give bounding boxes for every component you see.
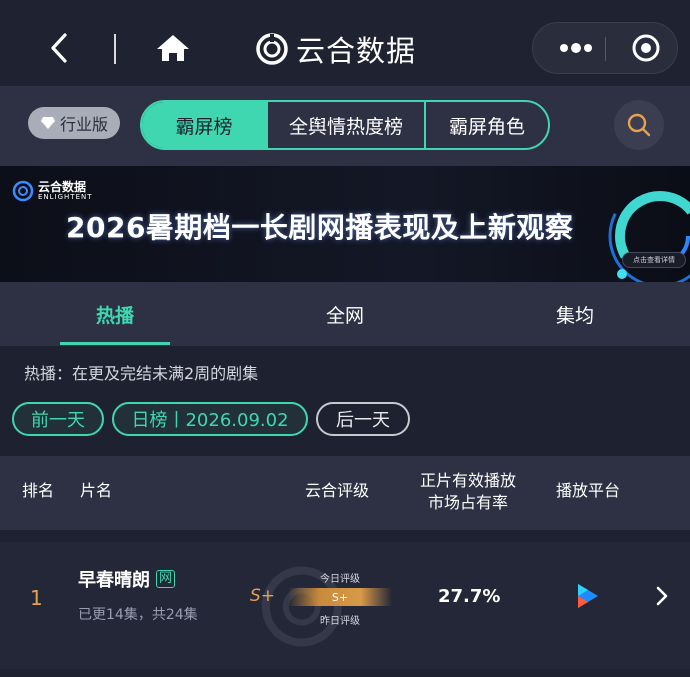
search-icon: [627, 113, 651, 137]
today-grade-label: 今日评级: [320, 574, 360, 585]
category-tabs: 热播 全网 集均: [0, 282, 690, 346]
row-market-share: 27.7%: [438, 586, 501, 607]
app-title: 云合数据: [296, 34, 417, 68]
diamond-icon: [40, 117, 55, 129]
industry-badge-label: 行业版: [59, 115, 108, 134]
banner-cta-button[interactable]: 点击查看详情: [622, 252, 686, 268]
back-icon: [51, 33, 67, 63]
yesterday-grade-label: 昨日评级: [320, 616, 360, 627]
grade-comparison: 今日评级 S+ 昨日评级: [288, 570, 392, 630]
header-platform: 播放平台: [555, 481, 620, 500]
next-day-button[interactable]: 后一天: [316, 402, 410, 436]
prev-day-button[interactable]: 前一天: [12, 402, 104, 436]
row-grade: S+: [250, 586, 276, 606]
ranking-segmented-control: 霸屏榜 全舆情热度榜 霸屏角色: [140, 100, 550, 150]
header-grade: 云合评级: [304, 481, 369, 500]
close-button[interactable]: [621, 23, 671, 73]
table-row[interactable]: 1 早春晴朗 网 已更14集，共24集 S+ 今日评级 S+ 昨日评级 27.7…: [0, 542, 690, 669]
youku-icon: [578, 584, 598, 608]
chevron-right-icon[interactable]: [652, 584, 672, 608]
header-share-line1: 正片有效播放: [419, 471, 516, 490]
row-title-group[interactable]: 早春晴朗 网: [78, 566, 176, 592]
close-icon: [632, 34, 660, 62]
banner-logo-icon: [12, 180, 34, 202]
tab-per-episode[interactable]: 集均: [520, 282, 630, 346]
banner-title: 2026暑期档一长剧网播表现及上新观察: [66, 211, 574, 244]
industry-edition-badge[interactable]: 行业版: [28, 107, 120, 139]
search-button[interactable]: [614, 100, 664, 150]
row-title: 早春晴朗: [78, 570, 150, 591]
banner-logo: 云合数据 ENLIGHTENT: [12, 180, 93, 202]
row-episode-info: 已更14集，共24集: [78, 607, 198, 623]
table-header: 排名 片名 云合评级 正片有效播放 市场占有率 播放平台: [0, 456, 690, 530]
header-share-line2: 市场占有率: [427, 493, 508, 512]
header-rank: 排名: [21, 481, 54, 500]
app-logo-icon: [256, 33, 288, 65]
row-rank: 1: [30, 586, 43, 610]
segment-public-opinion-ranking[interactable]: 全舆情热度榜: [266, 102, 424, 148]
home-button[interactable]: [154, 30, 192, 66]
ranking-toolbar: 行业版 霸屏榜 全舆情热度榜 霸屏角色: [0, 86, 690, 166]
date-picker-button[interactable]: 日榜丨2026.09.02: [112, 402, 308, 436]
grade-bar: S+: [288, 588, 392, 606]
banner-logo-sub: ENLIGHTENT: [38, 193, 93, 201]
banner-logo-text: 云合数据: [38, 180, 87, 194]
home-icon: [157, 35, 189, 61]
hot-definition-note: 热播：在更及完结未满2周的剧集: [24, 364, 259, 383]
tab-hot[interactable]: 热播: [60, 282, 170, 346]
more-button[interactable]: [551, 23, 601, 73]
nav-divider: [114, 34, 116, 64]
header-title: 片名: [79, 481, 112, 500]
top-nav-bar: 云合数据: [0, 0, 690, 86]
promo-banner[interactable]: 云合数据 ENLIGHTENT 2026暑期档一长剧网播表现及上新观察 点击查看…: [0, 166, 690, 282]
active-tab-indicator: [60, 342, 170, 345]
web-series-badge: 网: [156, 570, 176, 588]
segment-character-ranking[interactable]: 霸屏角色: [424, 102, 548, 148]
segment-screen-ranking[interactable]: 霸屏榜: [142, 102, 266, 148]
mini-program-capsule: [532, 22, 678, 74]
tab-all-network[interactable]: 全网: [290, 282, 400, 346]
more-icon: [560, 43, 592, 53]
capsule-divider: [605, 37, 606, 61]
app-title-group: 云合数据: [256, 28, 416, 70]
back-button[interactable]: [44, 30, 74, 66]
